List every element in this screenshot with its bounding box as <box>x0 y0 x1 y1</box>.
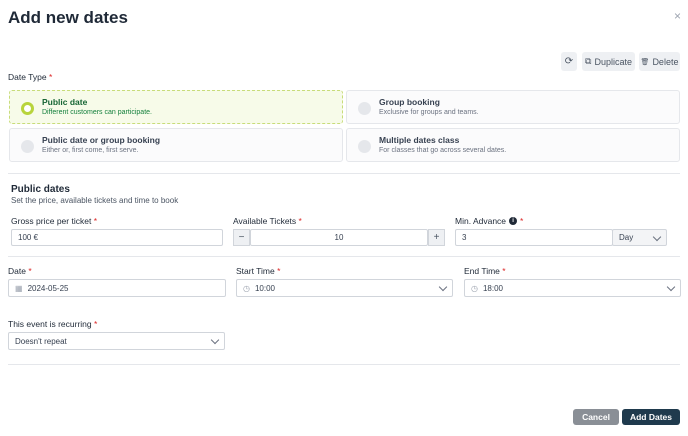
date-value: 2024-05-25 <box>27 283 69 293</box>
start-time-label: Start Time * <box>236 266 281 276</box>
delete-button[interactable]: 🗑 Delete <box>639 52 680 71</box>
add-dates-button[interactable]: Add Dates <box>622 409 680 425</box>
option-subtitle: Different customers can participate. <box>42 109 152 116</box>
duplicate-label: Duplicate <box>594 56 632 67</box>
refresh-button[interactable]: ⟳ <box>561 52 577 71</box>
delete-label: Delete <box>652 56 679 67</box>
divider <box>8 173 680 174</box>
date-type-option-multiple[interactable]: Multiple dates class For classes that go… <box>346 128 680 162</box>
decrement-button[interactable]: − <box>233 229 250 246</box>
duplicate-button[interactable]: ⧉ Duplicate <box>582 52 635 71</box>
radio-selected[interactable] <box>21 102 34 115</box>
option-subtitle: Exclusive for groups and teams. <box>379 109 479 116</box>
price-input[interactable]: 100 € <box>11 229 223 246</box>
date-input[interactable]: ▦ 2024-05-25 <box>8 279 226 297</box>
start-time-value: 10:00 <box>254 283 276 293</box>
refresh-icon: ⟳ <box>564 56 574 67</box>
end-time-label: End Time * <box>464 266 506 276</box>
option-subtitle: Either or, first come, first serve. <box>42 147 139 154</box>
radio-unselected[interactable] <box>358 140 371 153</box>
option-title: Public date or group booking <box>42 135 161 145</box>
increment-button[interactable]: + <box>428 229 445 246</box>
advance-label: Min. Advance i * <box>455 216 524 226</box>
end-time-select[interactable]: ◷ 18:00 <box>464 279 681 297</box>
advance-unit-select[interactable]: Day <box>612 229 667 246</box>
recurring-label: This event is recurring * <box>8 319 98 329</box>
chevron-down-icon <box>438 282 448 292</box>
section-title: Public dates <box>11 184 70 195</box>
section-subtitle: Set the price, available tickets and tim… <box>11 196 179 205</box>
modal-title: Add new dates <box>8 8 128 27</box>
advance-input[interactable]: 3 <box>455 229 613 246</box>
duplicate-icon: ⧉ <box>585 56 592 66</box>
tickets-input[interactable]: 10 <box>250 229 428 246</box>
date-type-option-group[interactable]: Group booking Exclusive for groups and t… <box>346 90 680 124</box>
close-icon[interactable]: × <box>674 9 681 23</box>
date-type-option-public-or-group[interactable]: Public date or group booking Either or, … <box>9 128 343 162</box>
chevron-down-icon <box>210 335 220 345</box>
option-title: Multiple dates class <box>379 135 460 145</box>
option-subtitle: For classes that go across several dates… <box>379 147 507 154</box>
divider <box>8 256 680 257</box>
divider <box>8 364 680 365</box>
end-time-value: 18:00 <box>482 283 504 293</box>
info-icon: i <box>509 217 518 225</box>
trash-icon: 🗑 <box>640 58 650 66</box>
radio-unselected[interactable] <box>21 140 34 153</box>
date-type-option-public[interactable]: Public date Different customers can part… <box>9 90 343 124</box>
radio-unselected[interactable] <box>358 102 371 115</box>
chevron-down-icon <box>652 232 662 242</box>
date-label: Date * <box>8 266 32 276</box>
price-label: Gross price per ticket * <box>11 216 97 226</box>
date-type-label: Date Type * <box>8 72 53 82</box>
tickets-label: Available Tickets * <box>233 216 302 226</box>
cancel-button[interactable]: Cancel <box>573 409 619 425</box>
option-title: Public date <box>42 97 88 107</box>
calendar-icon: ▦ <box>15 283 23 293</box>
recurring-select[interactable]: Doesn't repeat <box>8 332 225 350</box>
start-time-select[interactable]: ◷ 10:00 <box>236 279 453 297</box>
advance-unit-value: Day <box>619 233 634 242</box>
option-title: Group booking <box>379 97 440 107</box>
chevron-down-icon <box>666 282 676 292</box>
clock-icon: ◷ <box>243 283 250 293</box>
recurring-value: Doesn't repeat <box>15 336 67 346</box>
clock-icon: ◷ <box>471 283 478 293</box>
